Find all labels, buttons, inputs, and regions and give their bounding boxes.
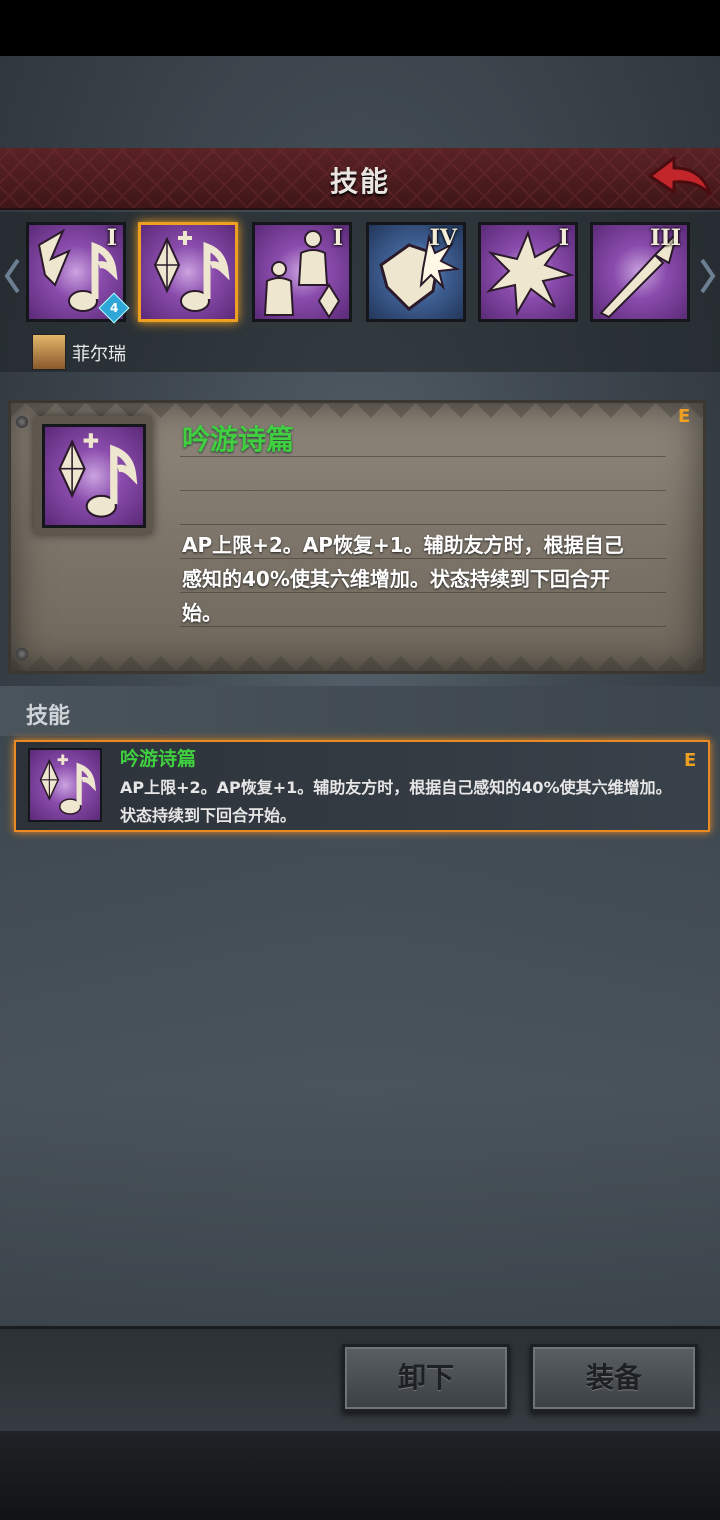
crystal-note-icon — [39, 754, 96, 815]
gem-count: 4 — [109, 300, 119, 315]
list-skill-icon — [28, 748, 102, 822]
detail-skill-description: AP上限+2。AP恢复+1。辅助友方时，根据自己感知的40%使其六维增加。状态持… — [182, 533, 624, 625]
detail-grade: E — [678, 406, 691, 427]
page-title: 技能 — [329, 165, 390, 198]
rivet — [16, 416, 28, 428]
unequip-button[interactable]: 卸下 — [342, 1344, 510, 1412]
section-label: 技能 — [26, 704, 71, 729]
character-avatar — [32, 334, 66, 370]
status-bar — [0, 0, 720, 56]
skill-level: I — [332, 225, 343, 251]
divider — [180, 524, 666, 525]
crystal-note-icon — [153, 231, 230, 312]
skill-slot-3[interactable]: I — [252, 222, 352, 322]
list-skill-description: AP上限+2。AP恢复+1。辅助友方时，根据自己感知的40%使其六维增加。状态持… — [120, 778, 672, 825]
detail-skill-title: 吟游诗篇 — [182, 423, 295, 456]
skill-slot-5[interactable]: I — [478, 222, 578, 322]
scroll-left-icon[interactable] — [4, 256, 20, 296]
scroll-right-icon[interactable] — [700, 256, 716, 296]
skill-level: III — [650, 225, 681, 251]
skill-level: I — [106, 225, 117, 251]
character-name: 菲尔瑞 — [72, 344, 126, 365]
list-skill-grade: E — [684, 750, 697, 771]
header-bar: 技能 — [0, 148, 720, 210]
section-header — [0, 686, 720, 736]
equip-button[interactable]: 装备 — [530, 1344, 698, 1412]
skill-level: I — [558, 225, 569, 251]
skill-slot-6[interactable]: III — [590, 222, 690, 322]
detail-skill-icon — [42, 424, 146, 528]
skill-level: IV — [429, 225, 457, 251]
crystal-note-icon — [58, 433, 138, 518]
navigation-area — [0, 1428, 720, 1520]
divider — [180, 490, 666, 491]
list-skill-title: 吟游诗篇 — [120, 748, 197, 770]
rivet — [16, 648, 28, 660]
skill-slot-4[interactable]: IV — [366, 222, 466, 322]
panel-border-bottom — [11, 649, 703, 671]
divider — [180, 456, 666, 457]
skill-slot-2[interactable] — [138, 222, 238, 322]
skill-slot-1[interactable]: I 4 — [26, 222, 130, 324]
back-arrow-icon[interactable] — [644, 150, 714, 202]
